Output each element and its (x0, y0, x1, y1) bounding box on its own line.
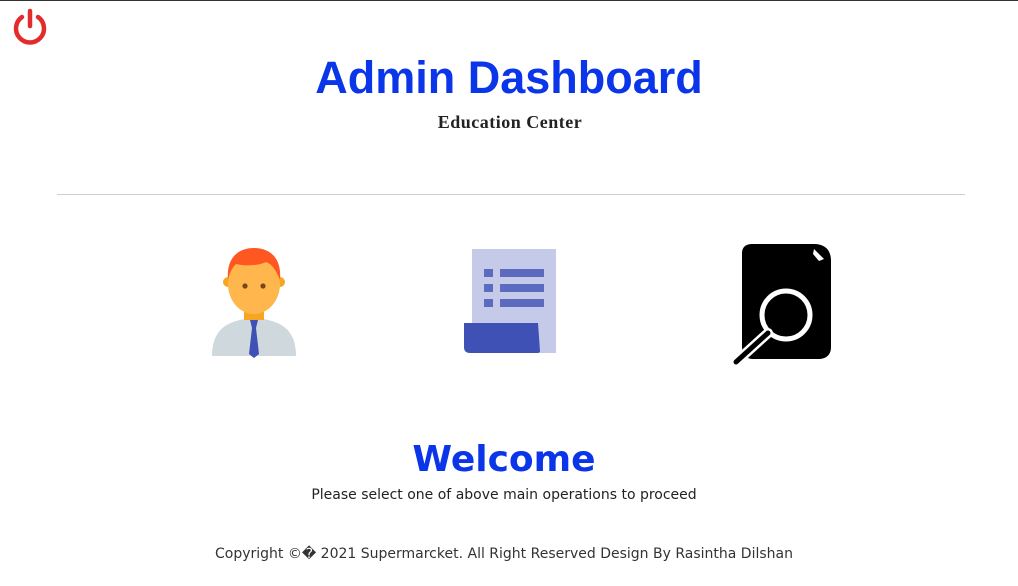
power-icon (13, 8, 47, 45)
report-operation-button[interactable] (462, 247, 560, 355)
user-icon (212, 248, 296, 358)
search-document-icon (731, 244, 831, 367)
header-divider (57, 194, 965, 195)
welcome-heading: Welcome (412, 439, 596, 480)
welcome-message: Please select one of above main operatio… (311, 487, 697, 503)
page-title: Admin Dashboard (315, 52, 703, 103)
page-subtitle: Education Center (437, 112, 583, 132)
user-operation-button[interactable] (206, 244, 302, 358)
power-button[interactable] (11, 8, 49, 46)
search-operation-button[interactable] (730, 241, 836, 367)
footer-copyright: Copyright ©� 2021 Supermarcket. All Righ… (215, 546, 793, 562)
report-document-icon (464, 249, 556, 353)
